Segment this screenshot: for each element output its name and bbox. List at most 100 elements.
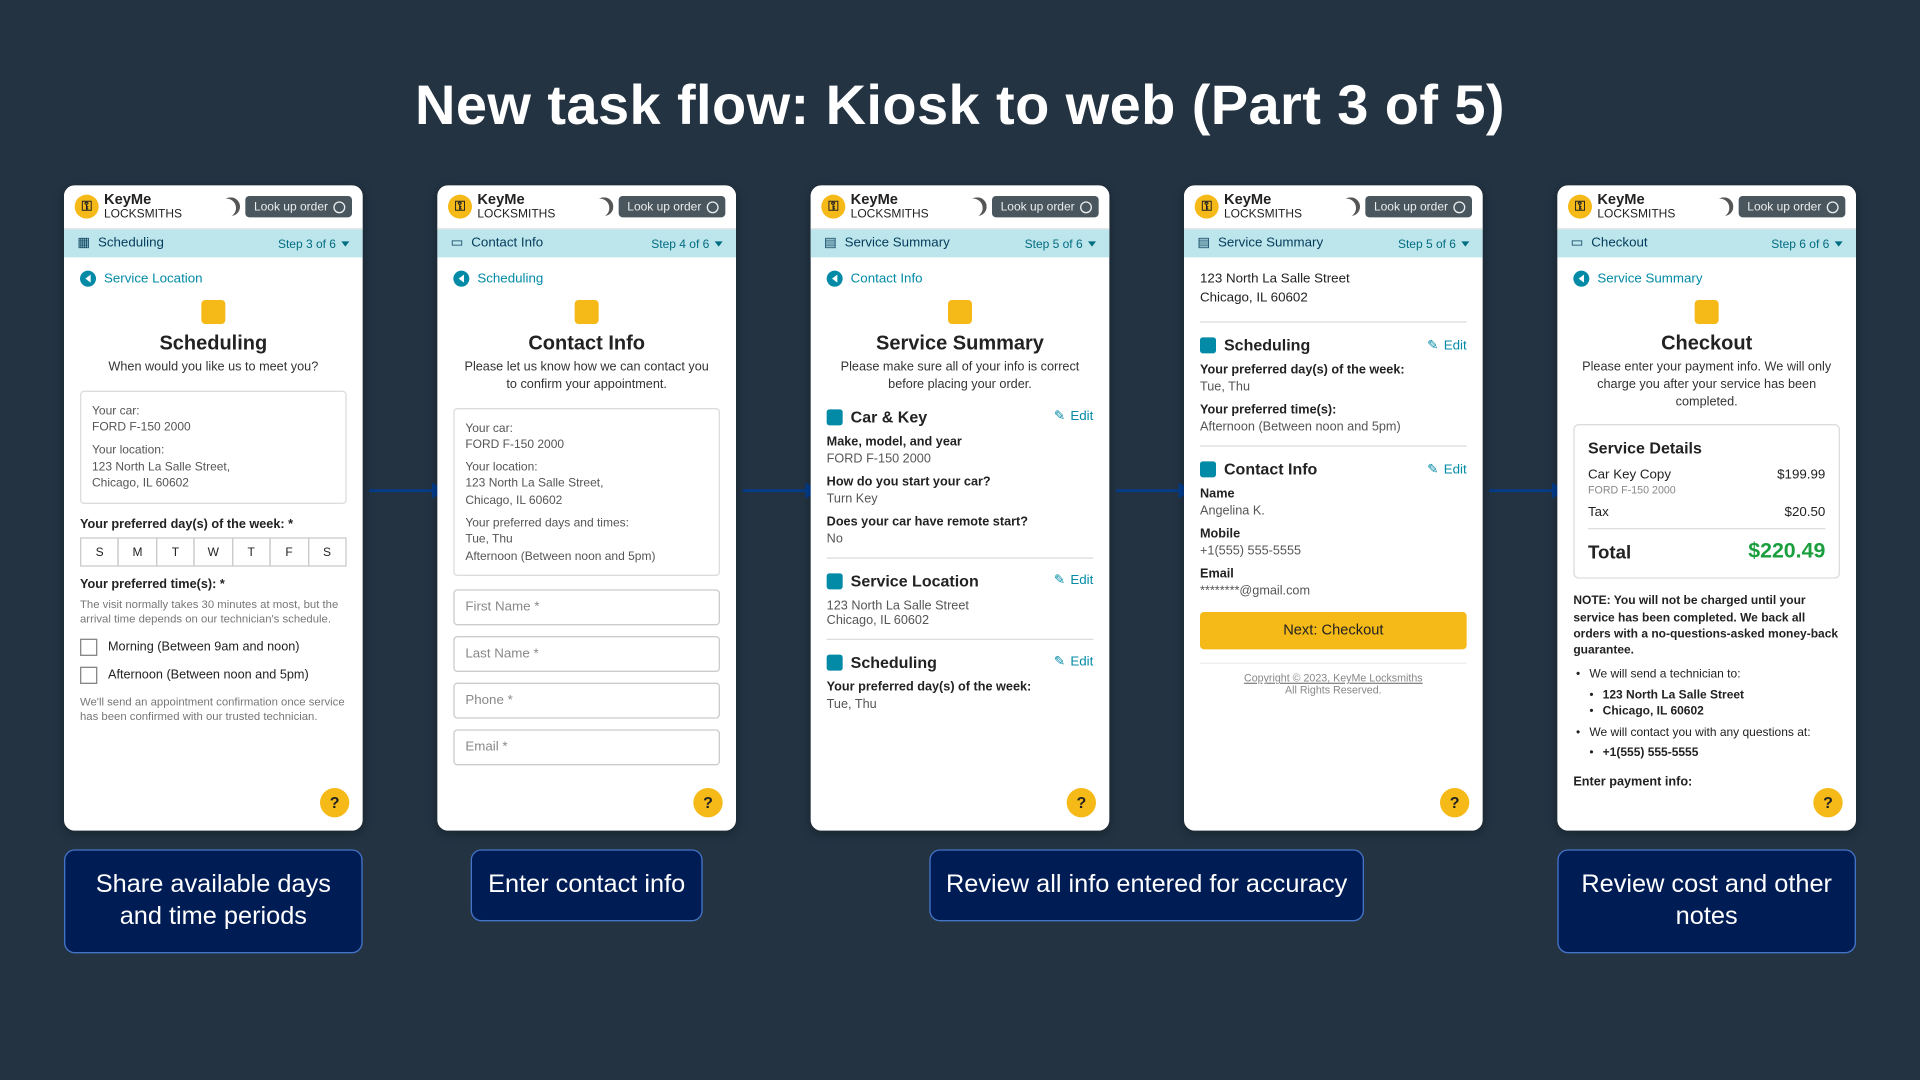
page-subtitle: Please let us know how we can contact yo… bbox=[453, 360, 720, 394]
brand-logo[interactable]: ⚿ KeyMeLOCKSMITHS bbox=[75, 193, 217, 220]
brand-logo[interactable]: ⚿KeyMeLOCKSMITHS bbox=[448, 193, 590, 220]
phone-input[interactable]: Phone * bbox=[453, 683, 720, 719]
last-name-input[interactable]: Last Name * bbox=[453, 637, 720, 673]
pin-icon bbox=[827, 573, 843, 589]
help-button[interactable]: ? bbox=[1440, 788, 1469, 817]
contact-card-icon bbox=[575, 300, 599, 324]
arrow-2 bbox=[743, 489, 818, 492]
brand-logo[interactable]: ⚿KeyMeLOCKSMITHS bbox=[1568, 193, 1710, 220]
calendar-icon bbox=[827, 654, 843, 670]
morning-checkbox[interactable]: Morning (Between 9am and noon) bbox=[80, 638, 347, 655]
day-picker[interactable]: SMTWTFS bbox=[80, 537, 347, 566]
back-link[interactable]: Contact Info bbox=[827, 271, 1094, 287]
back-link[interactable]: Service Location bbox=[80, 271, 347, 287]
step-indicator[interactable]: Step 6 of 6 bbox=[1771, 237, 1842, 250]
arrow-4 bbox=[1489, 489, 1564, 492]
brand-logo[interactable]: ⚿KeyMeLOCKSMITHS bbox=[821, 193, 963, 220]
time-label: Your preferred time(s): * bbox=[80, 577, 347, 592]
breadcrumb: Service Summary bbox=[845, 236, 950, 251]
lookup-order-button[interactable]: Look up order bbox=[246, 196, 352, 217]
screen-summary-1: ⚿KeyMeLOCKSMITHS Look up order ▤ Service … bbox=[811, 185, 1110, 830]
back-icon bbox=[453, 271, 469, 287]
card-icon bbox=[1695, 300, 1719, 324]
page-title: Contact Info bbox=[453, 332, 720, 355]
time-note: The visit normally takes 30 minutes at m… bbox=[80, 597, 347, 628]
days-label: Your preferred day(s) of the week: * bbox=[80, 517, 347, 532]
document-icon bbox=[948, 300, 972, 324]
lookup-order-button[interactable]: Look up order bbox=[1366, 196, 1472, 217]
document-icon: ▤ bbox=[1197, 236, 1210, 251]
breadcrumb: Scheduling bbox=[98, 236, 164, 251]
email-input[interactable]: Email * bbox=[453, 730, 720, 766]
help-button[interactable]: ? bbox=[1813, 788, 1842, 817]
footer: Copyright © 2023, KeyMe LocksmithsAll Ri… bbox=[1200, 663, 1467, 704]
help-button[interactable]: ? bbox=[1067, 788, 1096, 817]
summary-box: Your car:FORD F-150 2000 Your location: … bbox=[80, 390, 347, 503]
card-icon: ▭ bbox=[1571, 236, 1584, 251]
slide-title: New task flow: Kiosk to web (Part 3 of 5… bbox=[0, 73, 1920, 137]
address-text: 123 North La Salle StreetChicago, IL 606… bbox=[1200, 271, 1467, 308]
arrow-1 bbox=[369, 489, 444, 492]
calendar-icon: ▦ bbox=[77, 236, 90, 251]
back-link[interactable]: Service Summary bbox=[1573, 271, 1840, 287]
dark-mode-icon[interactable] bbox=[1342, 197, 1361, 216]
lookup-order-button[interactable]: Look up order bbox=[993, 196, 1099, 217]
caption-1: Share available days and time periods bbox=[64, 849, 363, 952]
page-title: Scheduling bbox=[80, 332, 347, 355]
afternoon-checkbox[interactable]: Afternoon (Between noon and 5pm) bbox=[80, 666, 347, 683]
key-icon: ⚿ bbox=[448, 195, 472, 219]
back-icon bbox=[80, 271, 96, 287]
lookup-order-button[interactable]: Look up order bbox=[619, 196, 725, 217]
document-icon: ▤ bbox=[824, 236, 837, 251]
car-icon bbox=[827, 409, 843, 425]
edit-car-link[interactable]: Edit bbox=[1054, 410, 1094, 425]
dark-mode-icon[interactable] bbox=[1715, 197, 1734, 216]
breadcrumb: Service Summary bbox=[1218, 236, 1323, 251]
screen-checkout: ⚿KeyMeLOCKSMITHS Look up order ▭ Checkout… bbox=[1557, 185, 1856, 830]
key-icon: ⚿ bbox=[1568, 195, 1592, 219]
page-subtitle: Please make sure all of your info is cor… bbox=[827, 360, 1094, 394]
back-icon bbox=[827, 271, 843, 287]
screen-contact-info: ⚿KeyMeLOCKSMITHS Look up order ▭ Contact … bbox=[437, 185, 736, 830]
calendar-icon bbox=[1200, 337, 1216, 353]
page-title: Checkout bbox=[1573, 332, 1840, 355]
arrow-3 bbox=[1116, 489, 1191, 492]
edit-location-link[interactable]: Edit bbox=[1054, 574, 1094, 589]
contact-icon: ▭ bbox=[451, 236, 464, 251]
screen-scheduling: ⚿ KeyMeLOCKSMITHS Look up order ▦ Schedul… bbox=[64, 185, 363, 830]
breadcrumb: Checkout bbox=[1591, 236, 1647, 251]
key-icon: ⚿ bbox=[1195, 195, 1219, 219]
contact-icon bbox=[1200, 461, 1216, 477]
caption-2: Enter contact info bbox=[471, 849, 703, 921]
edit-schedule-link[interactable]: Edit bbox=[1427, 338, 1467, 353]
step-indicator[interactable]: Step 4 of 6 bbox=[651, 237, 722, 250]
step-indicator[interactable]: Step 5 of 6 bbox=[1025, 237, 1096, 250]
summary-box: Your car:FORD F-150 2000 Your location: … bbox=[453, 408, 720, 577]
help-button[interactable]: ? bbox=[320, 788, 349, 817]
service-details-box: Service Details Car Key CopyFORD F-150 2… bbox=[1573, 425, 1840, 580]
step-indicator[interactable]: Step 3 of 6 bbox=[278, 237, 349, 250]
back-icon bbox=[1573, 271, 1589, 287]
calendar-icon bbox=[201, 300, 225, 324]
page-subtitle: When would you like us to meet you? bbox=[80, 360, 347, 377]
next-checkout-button[interactable]: Next: Checkout bbox=[1200, 612, 1467, 649]
step-indicator[interactable]: Step 5 of 6 bbox=[1398, 237, 1469, 250]
confirmation-note: We'll send an appointment confirmation o… bbox=[80, 694, 347, 725]
edit-contact-link[interactable]: Edit bbox=[1427, 462, 1467, 477]
charge-note: NOTE: You will not be charged until your… bbox=[1573, 593, 1840, 658]
lookup-order-button[interactable]: Look up order bbox=[1739, 196, 1845, 217]
dark-mode-icon[interactable] bbox=[222, 197, 241, 216]
key-icon: ⚿ bbox=[75, 195, 99, 219]
brand-logo[interactable]: ⚿KeyMeLOCKSMITHS bbox=[1195, 193, 1337, 220]
edit-schedule-link[interactable]: Edit bbox=[1054, 655, 1094, 670]
page-subtitle: Please enter your payment info. We will … bbox=[1573, 360, 1840, 411]
dark-mode-icon[interactable] bbox=[595, 197, 614, 216]
back-link[interactable]: Scheduling bbox=[453, 271, 720, 287]
help-button[interactable]: ? bbox=[693, 788, 722, 817]
payment-label: Enter payment info: bbox=[1573, 775, 1840, 790]
dark-mode-icon[interactable] bbox=[969, 197, 988, 216]
caption-4: Review cost and other notes bbox=[1557, 849, 1856, 952]
screen-summary-2: ⚿KeyMeLOCKSMITHS Look up order ▤ Service … bbox=[1184, 185, 1483, 830]
first-name-input[interactable]: First Name * bbox=[453, 590, 720, 626]
breadcrumb: Contact Info bbox=[471, 236, 543, 251]
